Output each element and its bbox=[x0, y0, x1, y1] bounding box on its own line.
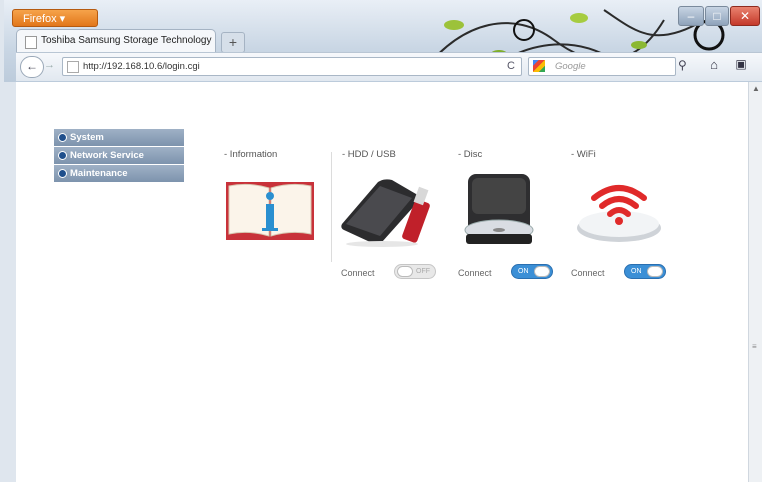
wifi-title: - WiFi bbox=[571, 149, 596, 160]
disc-title: - Disc bbox=[458, 149, 483, 160]
disc-connect-label: Connect bbox=[458, 268, 492, 278]
sidebar-menu: System Network Service Maintenance bbox=[54, 129, 184, 183]
sidebar-item-system[interactable]: System bbox=[54, 129, 184, 146]
sidebar-item-label: System bbox=[70, 132, 104, 143]
maximize-button[interactable]: □ bbox=[705, 6, 729, 26]
search-input[interactable]: Google bbox=[555, 61, 586, 72]
sidebar-item-label: Maintenance bbox=[70, 168, 128, 179]
browser-window: Firefox ▾ – □ ✕ Toshiba Samsung Storage … bbox=[4, 0, 762, 482]
wifi-connect-toggle[interactable]: ON bbox=[624, 264, 666, 279]
information-book-icon[interactable] bbox=[224, 180, 316, 242]
addon-icon[interactable]: ▣ bbox=[730, 57, 752, 75]
reload-icon[interactable]: C bbox=[507, 60, 515, 72]
wifi-connect-label: Connect bbox=[571, 268, 605, 278]
bullet-icon bbox=[58, 169, 67, 178]
toggle-state-text: ON bbox=[518, 268, 529, 275]
toggle-knob bbox=[397, 266, 413, 277]
page-favicon-icon bbox=[25, 36, 37, 49]
vertical-scrollbar[interactable]: ▲ ≡ bbox=[748, 82, 762, 482]
address-bar[interactable]: http://192.168.10.6/login.cgi C bbox=[62, 57, 522, 76]
section-divider bbox=[331, 152, 332, 262]
back-arrow-icon[interactable]: ← bbox=[20, 56, 44, 78]
minimize-button[interactable]: – bbox=[678, 6, 704, 26]
sidebar-item-network-service[interactable]: Network Service bbox=[54, 147, 184, 164]
tab-title: Toshiba Samsung Storage Technology bbox=[41, 35, 212, 46]
toggle-knob bbox=[647, 266, 663, 277]
close-button[interactable]: ✕ bbox=[730, 6, 760, 26]
optical-disc-drive-icon[interactable] bbox=[462, 170, 538, 250]
bullet-icon bbox=[58, 151, 67, 160]
new-tab-button[interactable]: + bbox=[221, 32, 245, 53]
browser-tab[interactable]: Toshiba Samsung Storage Technology bbox=[16, 29, 216, 53]
toggle-knob bbox=[534, 266, 550, 277]
information-title: - Information bbox=[224, 149, 278, 160]
scroll-up-arrow-icon[interactable]: ▲ bbox=[752, 84, 760, 93]
hdd-connect-toggle[interactable]: OFF bbox=[394, 264, 436, 279]
google-engine-icon[interactable] bbox=[533, 60, 545, 72]
forward-arrow-icon[interactable]: → bbox=[44, 59, 55, 71]
scrollbar-grip-icon[interactable]: ≡ bbox=[752, 342, 759, 351]
sidebar-item-maintenance[interactable]: Maintenance bbox=[54, 165, 184, 182]
toggle-state-text: OFF bbox=[416, 268, 430, 275]
title-bar: Firefox ▾ – □ ✕ Toshiba Samsung Storage … bbox=[4, 0, 762, 82]
home-icon[interactable]: ⌂ bbox=[704, 57, 724, 75]
toggle-state-text: ON bbox=[631, 268, 642, 275]
hdd-connect-label: Connect bbox=[341, 268, 375, 278]
site-identity-icon[interactable] bbox=[67, 61, 79, 73]
bullet-icon bbox=[58, 133, 67, 142]
firefox-menu-button[interactable]: Firefox ▾ bbox=[12, 9, 98, 27]
disc-connect-toggle[interactable]: ON bbox=[511, 264, 553, 279]
wifi-router-icon[interactable] bbox=[574, 174, 664, 246]
sidebar-item-label: Network Service bbox=[70, 150, 144, 161]
hdd-usb-device-icon[interactable] bbox=[338, 176, 438, 248]
page-content: System Network Service Maintenance - Inf… bbox=[16, 82, 748, 482]
search-bar[interactable]: Google bbox=[528, 57, 676, 76]
search-go-icon[interactable]: ⚲ bbox=[678, 58, 687, 72]
hdd-usb-title: - HDD / USB bbox=[342, 149, 396, 160]
navigation-toolbar: ← → http://192.168.10.6/login.cgi C Goog… bbox=[16, 52, 762, 81]
url-text[interactable]: http://192.168.10.6/login.cgi bbox=[83, 61, 200, 72]
